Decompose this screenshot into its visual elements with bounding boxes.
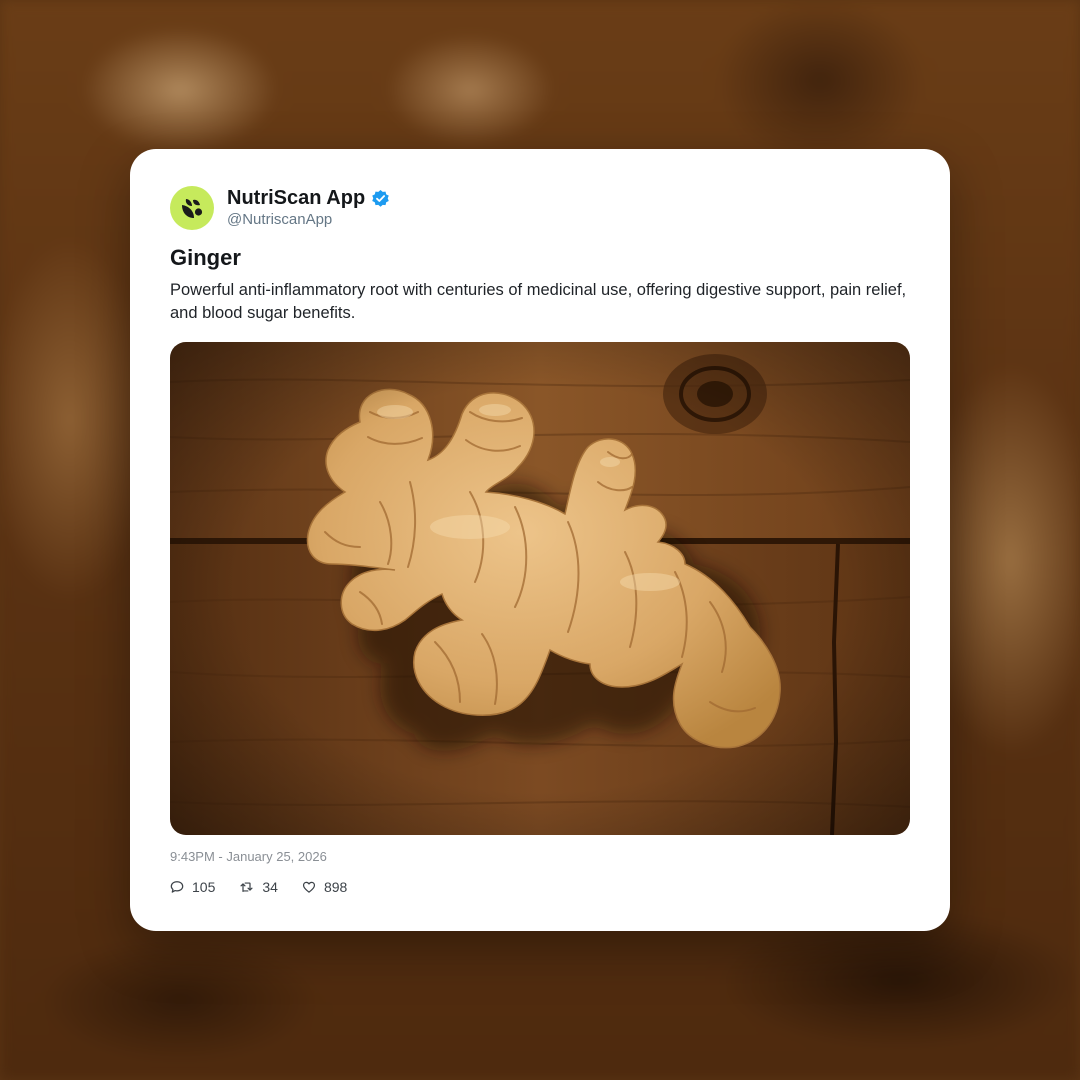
likes-count: 898: [323, 879, 348, 895]
account-names: NutriScan App @NutriscanApp: [227, 186, 390, 230]
post-card: NutriScan App @NutriscanApp Ginger Power…: [130, 149, 950, 931]
post-description: Powerful anti-inflammatory root with cen…: [170, 281, 907, 322]
post-title: Ginger: [170, 245, 241, 270]
avatar[interactable]: [170, 186, 214, 230]
replies-stat[interactable]: 105: [170, 879, 215, 895]
leaf-logo-icon: [182, 199, 203, 218]
replies-count: 105: [192, 879, 216, 895]
verified-badge-icon: [371, 189, 390, 208]
name-row: NutriScan App: [227, 186, 390, 210]
post-header: NutriScan App @NutriscanApp: [170, 185, 390, 231]
account-name[interactable]: NutriScan App: [227, 186, 365, 210]
likes-stat[interactable]: 898: [302, 879, 347, 895]
account-handle[interactable]: @NutriscanApp: [227, 210, 390, 230]
post-timestamp: 9:43PM - January 25, 2026: [170, 849, 327, 864]
post-image[interactable]: [170, 342, 910, 835]
post-stats: 105 34 898: [170, 879, 371, 895]
retweets-count: 34: [262, 879, 278, 895]
comment-icon: [170, 881, 184, 893]
ginger-image: [170, 342, 910, 835]
retweets-stat[interactable]: 34: [239, 879, 278, 895]
heart-icon: [302, 881, 315, 893]
retweet-icon: [240, 882, 253, 892]
